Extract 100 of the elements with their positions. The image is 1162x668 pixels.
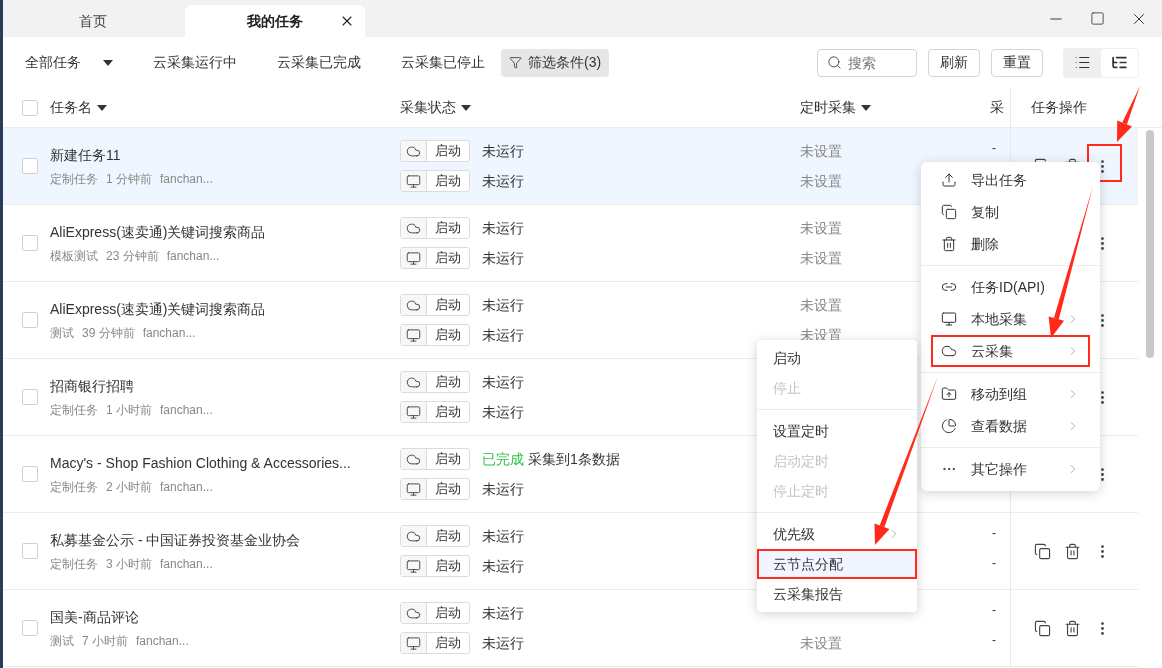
- schedule-status: 未设置: [800, 171, 842, 191]
- column-header[interactable]: 定时采集: [800, 97, 871, 118]
- run-status: 未运行: [482, 248, 524, 268]
- cloud-icon: [406, 528, 421, 544]
- run-status: 未运行: [482, 603, 524, 623]
- monitor-icon: [406, 558, 421, 574]
- tab[interactable]: 首页: [3, 5, 183, 37]
- maximize-icon[interactable]: [1090, 11, 1105, 26]
- start-button[interactable]: 启动: [400, 371, 470, 393]
- menu-item[interactable]: 其它操作: [931, 453, 1090, 485]
- task-time: 1 小时前: [106, 401, 152, 419]
- checkbox[interactable]: [22, 620, 38, 636]
- task-time: 23 分钟前: [106, 247, 159, 265]
- menu-item[interactable]: 导出任务: [931, 164, 1090, 196]
- pie-chart-icon: [941, 418, 957, 434]
- menu-item[interactable]: 优先级: [757, 519, 917, 549]
- checkbox[interactable]: [22, 312, 38, 328]
- start-button[interactable]: 启动: [400, 324, 470, 346]
- search-field[interactable]: 搜索: [817, 48, 917, 77]
- toolbar-button[interactable]: 刷新: [928, 48, 980, 77]
- monitor-icon: [406, 481, 421, 497]
- folder-icon: [941, 386, 957, 402]
- task-name[interactable]: AliExpress(速卖通)关键词搜索商品: [50, 221, 400, 243]
- filter-tab[interactable]: 云采集已停止: [401, 52, 485, 73]
- run-status: 未运行: [482, 556, 524, 576]
- task-time: 39 分钟前: [82, 324, 135, 342]
- caret-icon: [861, 104, 871, 111]
- monitor-icon: [406, 404, 421, 420]
- tab[interactable]: 我的任务: [185, 5, 365, 37]
- run-status: 未运行: [482, 295, 524, 315]
- run-status: 未运行: [482, 372, 524, 392]
- task-dropdown[interactable]: 全部任务: [25, 52, 113, 73]
- column-title: 任务操作: [1031, 98, 1087, 117]
- caret-icon: [461, 104, 471, 111]
- run-status: 未运行: [482, 479, 524, 499]
- task-name[interactable]: AliExpress(速卖通)关键词搜索商品: [50, 298, 400, 320]
- run-status: 未运行: [482, 171, 524, 191]
- menu-item[interactable]: 移动到组: [931, 378, 1090, 410]
- caret-icon: [97, 104, 107, 111]
- task-type: 模板测试: [50, 247, 98, 265]
- task-owner: fanchan...: [136, 632, 189, 650]
- trash-icon[interactable]: [1063, 542, 1081, 560]
- copy-icon[interactable]: [1033, 619, 1051, 637]
- monitor-icon: [406, 250, 421, 266]
- filter-icon: [509, 56, 522, 69]
- monitor-icon: [406, 173, 421, 189]
- filter-tab[interactable]: 云采集已完成: [277, 52, 361, 73]
- task-time: 7 小时前: [82, 632, 128, 650]
- start-button[interactable]: 启动: [400, 525, 470, 547]
- start-button[interactable]: 启动: [400, 632, 470, 654]
- copy-icon: [941, 204, 957, 220]
- checkbox[interactable]: [22, 99, 38, 116]
- schedule-status: 未设置: [800, 248, 842, 268]
- start-button[interactable]: 启动: [400, 448, 470, 470]
- checkbox[interactable]: [22, 543, 38, 559]
- export-icon: [941, 172, 957, 188]
- task-name[interactable]: 招商银行招聘: [50, 375, 400, 397]
- task-type: 测试: [50, 324, 74, 342]
- trash-icon[interactable]: [1063, 619, 1081, 637]
- task-time: 3 小时前: [106, 555, 152, 573]
- menu-item[interactable]: 云节点分配: [757, 549, 917, 579]
- task-name[interactable]: Macy's - Shop Fashion Clothing & Accessories...: [50, 452, 400, 474]
- trash-icon: [941, 236, 957, 252]
- collected-count: -: [992, 527, 996, 539]
- column-header[interactable]: 任务名: [50, 97, 107, 118]
- start-button[interactable]: 启动: [400, 140, 470, 162]
- checkbox[interactable]: [22, 235, 38, 251]
- menu-item[interactable]: 删除: [931, 228, 1090, 260]
- start-button[interactable]: 启动: [400, 555, 470, 577]
- filter-tab[interactable]: 云采集运行中: [153, 52, 237, 73]
- start-button[interactable]: 启动: [400, 401, 470, 423]
- task-name[interactable]: 私募基金公示 - 中国证券投资基金业协会: [50, 529, 400, 551]
- collected-count: -: [992, 604, 996, 616]
- checkbox[interactable]: [22, 466, 38, 482]
- start-button[interactable]: 启动: [400, 602, 470, 624]
- search-icon: [827, 54, 842, 70]
- toolbar-button[interactable]: 重置: [991, 48, 1043, 77]
- caret-icon: [103, 59, 113, 66]
- tree-list-icon: [1111, 54, 1128, 71]
- checkbox[interactable]: [22, 389, 38, 405]
- filter-button[interactable]: 筛选条件(3): [501, 48, 610, 77]
- menu-item[interactable]: 本地采集: [931, 303, 1090, 335]
- task-name[interactable]: 新建任务11: [50, 144, 400, 166]
- task-type: 定制任务: [50, 555, 98, 573]
- task-name[interactable]: 国美-商品评论: [50, 606, 400, 628]
- monitor-icon: [406, 635, 421, 651]
- task-time: 2 小时前: [106, 478, 152, 496]
- checkbox[interactable]: [22, 158, 38, 174]
- start-button[interactable]: 启动: [400, 170, 470, 192]
- start-button[interactable]: 启动: [400, 294, 470, 316]
- menu-item[interactable]: 云采集: [931, 335, 1090, 367]
- collected-count: -: [992, 557, 996, 569]
- tree-view-button[interactable]: [1101, 48, 1138, 77]
- scrollbar-thumb[interactable]: [1146, 130, 1154, 358]
- start-button[interactable]: 启动: [400, 247, 470, 269]
- start-button[interactable]: 启动: [400, 478, 470, 500]
- cloud-icon: [406, 297, 421, 313]
- column-header[interactable]: 采集状态: [400, 97, 471, 118]
- copy-icon[interactable]: [1033, 542, 1051, 560]
- start-button[interactable]: 启动: [400, 217, 470, 239]
